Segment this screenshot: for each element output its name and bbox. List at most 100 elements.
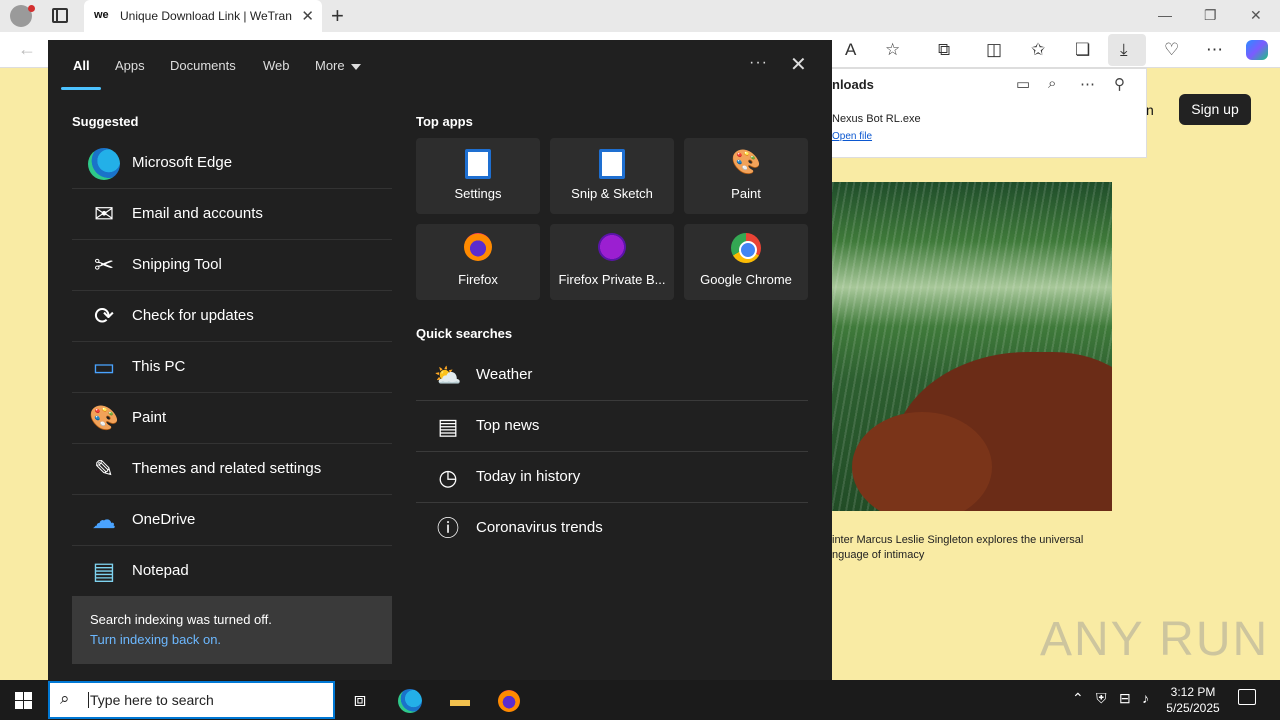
tab-title: Unique Download Link | WeTrans (120, 9, 292, 23)
extensions-icon[interactable]: ⧉ (938, 40, 950, 60)
windows-start-icon[interactable] (15, 692, 32, 709)
network-icon[interactable]: ⊟ (1119, 690, 1131, 707)
close-window-button[interactable]: ✕ (1250, 7, 1262, 24)
quick-searches-heading: Quick searches (416, 326, 513, 341)
edge-taskbar-icon[interactable] (396, 686, 424, 714)
quick-search-label: Weather (476, 366, 533, 383)
suggested-item-label: Paint (132, 409, 167, 426)
wetransfer-favicon: we (94, 9, 109, 21)
tab-web[interactable]: Web (263, 58, 290, 73)
read-aloud-icon[interactable]: A (845, 40, 856, 60)
file-explorer-icon[interactable]: ▬ (446, 686, 474, 714)
open-file-link[interactable]: Open file (832, 131, 872, 142)
copilot-icon[interactable] (1246, 40, 1268, 60)
suggested-item-onedrive[interactable]: ☁ OneDrive (72, 495, 392, 546)
pin-icon[interactable]: ⚲ (1114, 75, 1125, 93)
tab-actions-icon[interactable] (52, 8, 68, 23)
weather-icon: ⛅ (434, 363, 462, 388)
restore-button[interactable]: ❐ (1204, 7, 1217, 24)
suggested-item-themes[interactable]: ✎ Themes and related settings (72, 444, 392, 495)
snip-doc-icon (596, 147, 628, 179)
suggested-item-email[interactable]: ✉ Email and accounts (72, 189, 392, 240)
top-app-chrome[interactable]: Google Chrome (684, 224, 808, 300)
top-app-firefox-private[interactable]: Firefox Private B... (550, 224, 674, 300)
top-app-label: Snip & Sketch (571, 186, 653, 201)
collections-icon[interactable]: ❏ (1075, 40, 1090, 60)
suggested-item-label: Microsoft Edge (132, 154, 233, 171)
close-icon[interactable]: ✕ (790, 52, 807, 77)
taskbar: ⌕ ⧈ ▬ ⌃ ⛨ ⊟ ♪ 3:12 PM 5/25/2025 (0, 680, 1280, 720)
back-arrow-icon[interactable]: ← (18, 39, 36, 60)
artwork-figure-arm (852, 412, 992, 511)
split-screen-icon[interactable]: ◫ (986, 40, 1002, 60)
suggested-item-label: Notepad (132, 562, 189, 579)
suggested-item-edge[interactable]: Microsoft Edge (72, 138, 392, 189)
quick-search-weather[interactable]: ⛅ Weather (416, 350, 808, 401)
suggested-item-label: OneDrive (132, 511, 196, 528)
panel-options-icon[interactable]: ··· (749, 54, 768, 72)
minimize-button[interactable]: — (1158, 7, 1172, 23)
tab-documents[interactable]: Documents (170, 58, 236, 73)
quick-search-label: Today in history (476, 468, 581, 485)
search-input[interactable] (88, 692, 328, 708)
downloads-title: nloads (832, 77, 874, 92)
profile-alert-badge (28, 5, 35, 12)
quick-search-coronavirus[interactable]: ⓘ Coronavirus trends (416, 503, 808, 554)
open-folder-icon[interactable]: ▭ (1016, 75, 1030, 93)
suggested-item-updates[interactable]: ⟳ Check for updates (72, 291, 392, 342)
tab-more-label: More (315, 58, 345, 73)
search-downloads-icon[interactable]: ⌕ (1048, 75, 1056, 92)
task-view-icon[interactable]: ⧈ (346, 686, 374, 714)
browser-tab-bar: we Unique Download Link | WeTrans ✕ + — … (0, 0, 1280, 32)
suggested-item-label: Themes and related settings (132, 460, 322, 477)
top-app-label: Firefox (458, 272, 498, 287)
downloads-button[interactable]: ⤓ (1108, 34, 1146, 66)
suggested-item-notepad[interactable]: ▤ Notepad (72, 546, 392, 597)
quick-search-top-news[interactable]: ▤ Top news (416, 401, 808, 452)
indexing-notice-text: Search indexing was turned off. (90, 612, 272, 627)
turn-indexing-on-link[interactable]: Turn indexing back on. (90, 632, 221, 647)
tab-more[interactable]: More (315, 58, 361, 73)
artwork-caption: inter Marcus Leslie Singleton explores t… (832, 534, 1084, 561)
favorites-icon[interactable]: ✩ (1031, 40, 1045, 60)
quick-search-history[interactable]: ◷ Today in history (416, 452, 808, 503)
more-options-icon[interactable]: ⋯ (1206, 40, 1223, 60)
page-link-partial[interactable]: n (1146, 102, 1154, 118)
taskbar-search-box[interactable]: ⌕ (48, 681, 335, 719)
refresh-icon: ⟳ (93, 303, 115, 330)
start-search-panel: All Apps Documents Web More ··· ✕ Sugges… (48, 40, 832, 680)
suggested-item-snipping-tool[interactable]: ✂ Snipping Tool (72, 240, 392, 291)
downloads-flyout: nloads ▭ ⌕ ⋯ ⚲ Nexus Bot RL.exe Open fil… (832, 68, 1147, 158)
volume-icon[interactable]: ♪ (1142, 690, 1149, 706)
palette-icon: 🎨 (731, 149, 761, 176)
suggested-item-this-pc[interactable]: ▭ This PC (72, 342, 392, 393)
browser-tab[interactable]: we Unique Download Link | WeTrans ✕ (84, 0, 322, 32)
chevron-up-icon[interactable]: ⌃ (1072, 690, 1084, 707)
top-app-paint[interactable]: 🎨 Paint (684, 138, 808, 214)
download-icon: ⤓ (1120, 40, 1128, 59)
tab-all[interactable]: All (73, 58, 90, 73)
computer-icon: ▭ (92, 354, 116, 381)
suggested-item-label: Check for updates (132, 307, 254, 324)
quick-searches-list: ⛅ Weather ▤ Top news ◷ Today in history … (416, 350, 808, 554)
taskbar-clock[interactable]: 3:12 PM 5/25/2025 (1162, 684, 1224, 716)
top-app-settings[interactable]: Settings (416, 138, 540, 214)
security-icon[interactable]: ⛨ (1096, 690, 1107, 707)
browser-essentials-icon[interactable]: ♡ (1164, 40, 1179, 60)
suggested-heading: Suggested (72, 114, 139, 129)
tab-apps[interactable]: Apps (115, 58, 145, 73)
new-tab-button[interactable]: + (331, 3, 344, 29)
firefox-icon (462, 233, 494, 265)
firefox-taskbar-icon[interactable] (495, 686, 523, 714)
top-app-snip-sketch[interactable]: Snip & Sketch (550, 138, 674, 214)
favorite-star-icon[interactable]: ☆ (885, 40, 900, 60)
quick-search-label: Top news (476, 417, 540, 434)
notifications-icon[interactable] (1238, 689, 1256, 705)
brush-icon: ✎ (93, 456, 115, 483)
signup-button[interactable]: Sign up (1179, 94, 1251, 125)
notepad-icon: ▤ (92, 558, 116, 585)
suggested-item-paint[interactable]: 🎨 Paint (72, 393, 392, 444)
tab-close-icon[interactable]: ✕ (301, 7, 314, 25)
top-app-firefox[interactable]: Firefox (416, 224, 540, 300)
downloads-more-icon[interactable]: ⋯ (1080, 75, 1095, 93)
